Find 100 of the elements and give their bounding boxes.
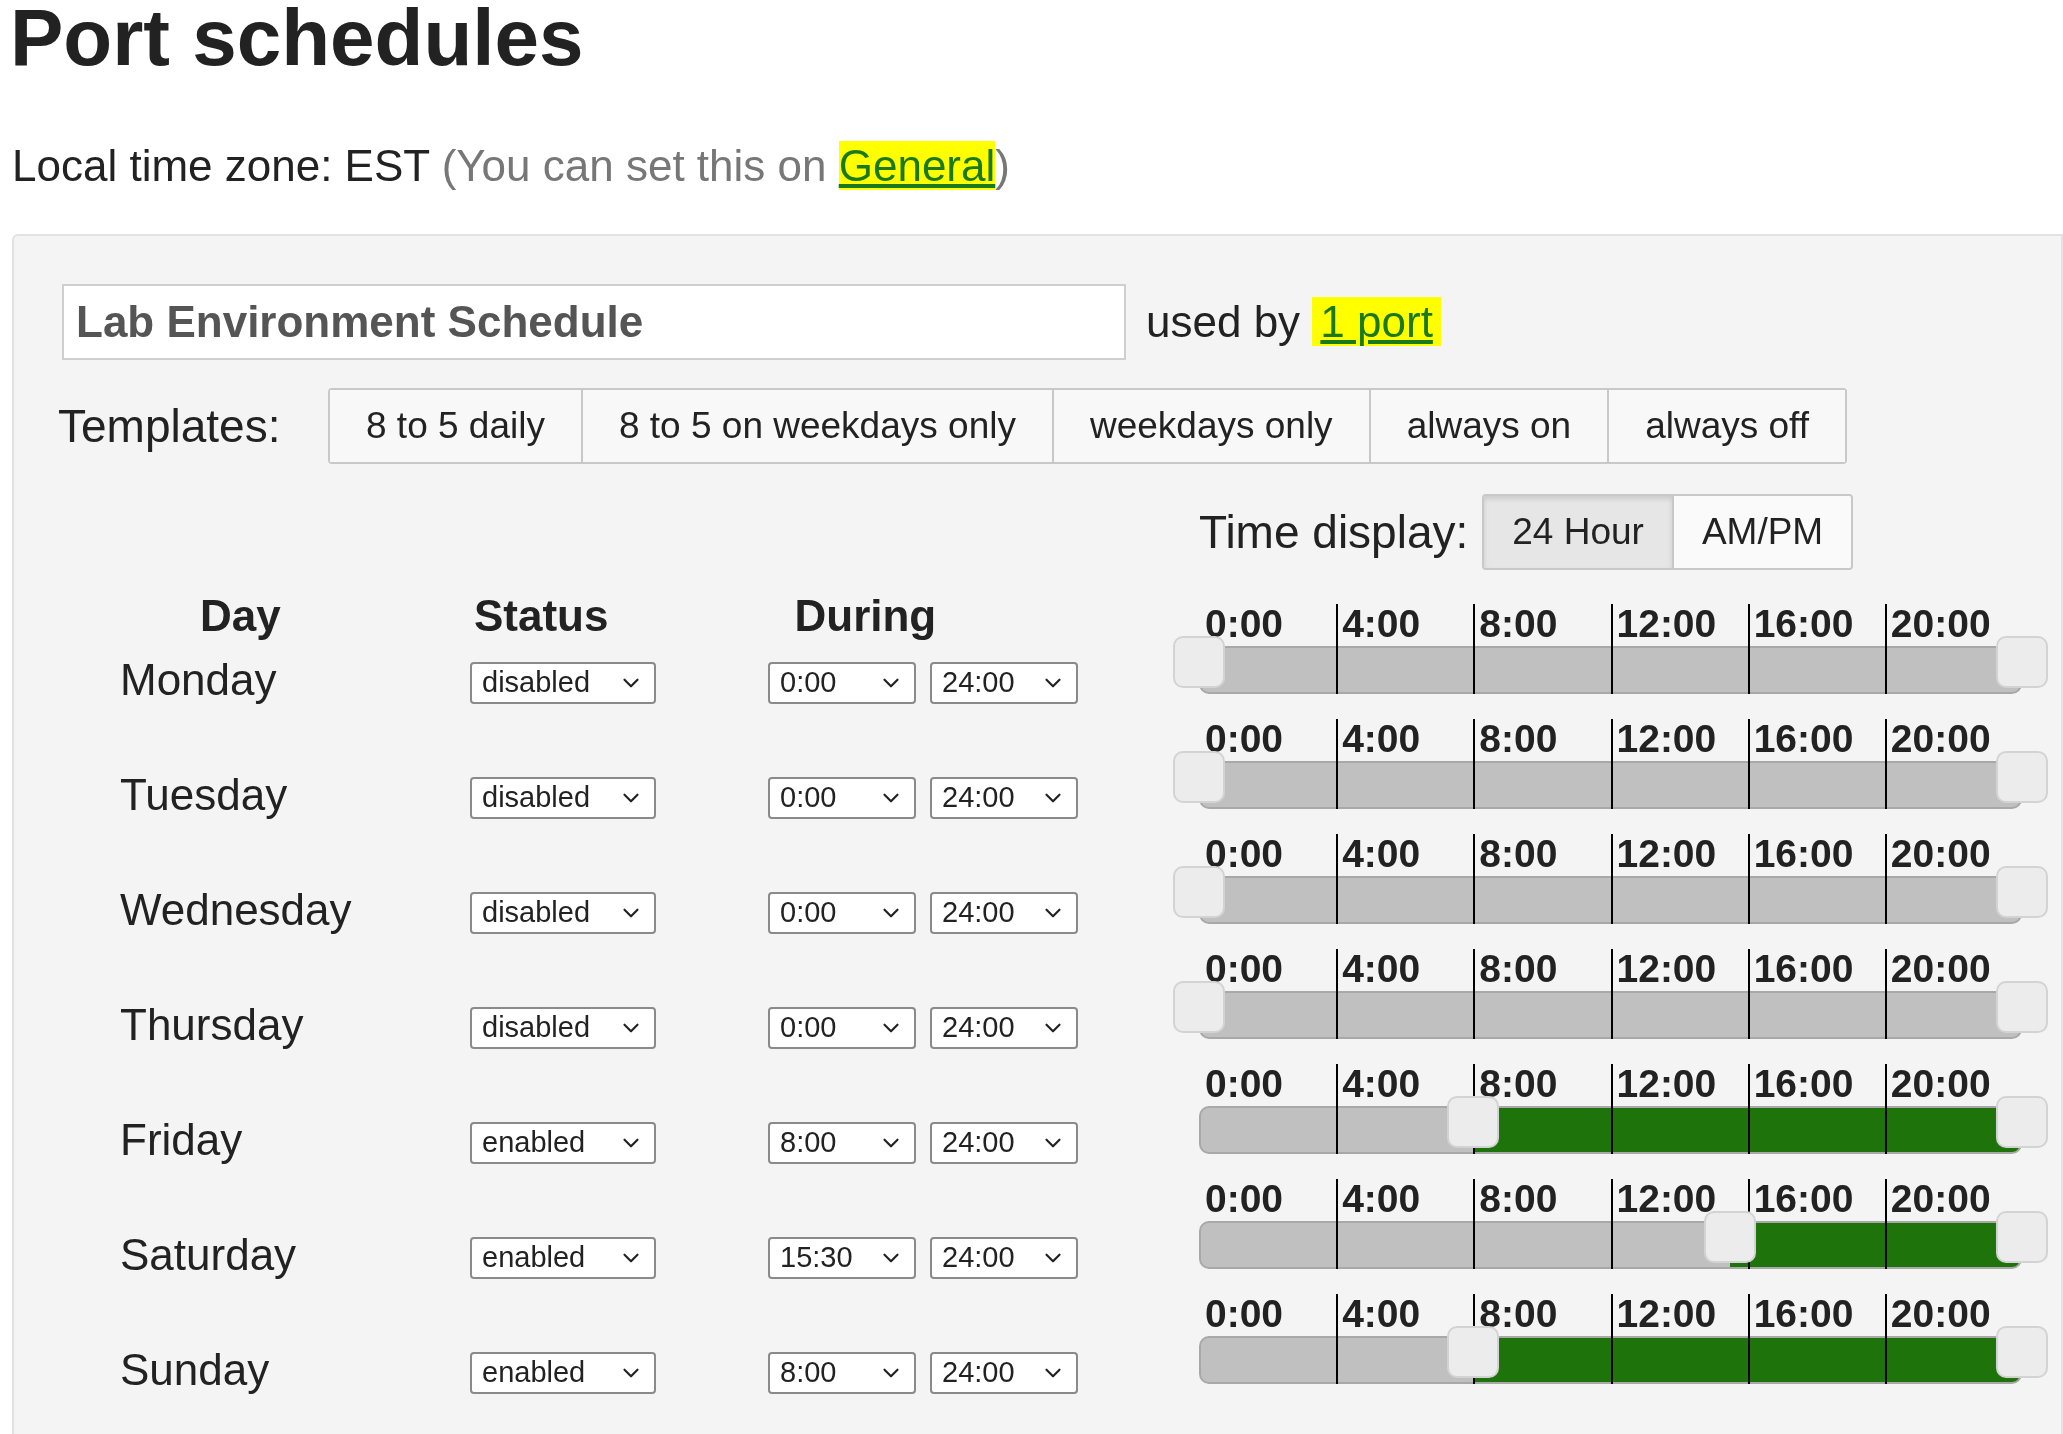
end-time-dropdown[interactable]: 24:00 [930,1237,1078,1279]
tick-label: 8:00 [1479,604,1558,644]
status-dropdown[interactable]: disabled [470,1007,656,1049]
tick-label: 4:00 [1342,834,1421,874]
end-time-dropdown[interactable]: 24:00 [930,1122,1078,1164]
template-button[interactable]: 8 to 5 daily [330,390,581,462]
slider-track[interactable] [1199,1221,2022,1269]
day-name: Wednesday [119,884,353,936]
tick-label: 0:00 [1205,1179,1284,1219]
tick-label: 4:00 [1342,604,1421,644]
tick-label: 12:00 [1616,719,1717,759]
tick-label: 16:00 [1753,604,1854,644]
slider-thumb[interactable] [1996,751,2048,803]
tick-label: 8:00 [1479,719,1558,759]
start-time-dropdown[interactable]: 0:00 [768,662,916,704]
slider-thumb[interactable] [1173,751,1225,803]
schedule-name-field[interactable]: Lab Environment Schedule [62,284,1126,360]
tick-label: 8:00 [1479,1064,1558,1104]
template-button[interactable]: always on [1368,390,1608,462]
slider-thumb[interactable] [1447,1326,1500,1378]
end-time-dropdown[interactable]: 24:00 [930,892,1078,934]
slider-thumb[interactable] [1996,1326,2048,1378]
day-name: Thursday [119,999,305,1051]
tick-label: 4:00 [1342,1064,1421,1104]
status-dropdown[interactable]: disabled [470,662,656,704]
slider-thumb[interactable] [1173,636,1225,688]
tick-label: 0:00 [1205,719,1284,759]
tick-label: 16:00 [1753,834,1854,874]
slider-thumb[interactable] [1996,981,2048,1033]
slider-thumb[interactable] [1996,866,2048,918]
general-link[interactable]: General [838,141,996,190]
ports-link[interactable]: 1 port [1312,297,1441,346]
template-button[interactable]: 8 to 5 on weekdays only [580,390,1052,462]
time-format-toggle[interactable]: AM/PM [1671,496,1852,568]
slider-track[interactable] [1199,1336,2022,1384]
templates-label: Templates: [58,398,282,454]
slider-thumb[interactable] [1996,1211,2048,1263]
slider-thumb[interactable] [1173,981,1225,1033]
timezone-text: Local time zone: EST (You can set this on General) [11,140,1011,192]
tick-label: 20:00 [1890,604,1991,644]
used-by-text: used by 1 port [1146,289,1441,355]
slider-thumb[interactable] [1173,866,1225,918]
column-header: Status [474,590,609,642]
tick-label: 12:00 [1616,1179,1717,1219]
slider-thumb[interactable] [1704,1211,1757,1263]
time-format-toggle[interactable]: 24 Hour [1484,496,1672,568]
tick-label: 20:00 [1890,949,1991,989]
day-name: Monday [119,654,278,706]
end-time-dropdown[interactable]: 24:00 [930,1352,1078,1394]
tick-label: 8:00 [1479,1294,1558,1334]
end-time-dropdown[interactable]: 24:00 [930,662,1078,704]
start-time-dropdown[interactable]: 0:00 [768,892,916,934]
end-time-dropdown[interactable]: 24:00 [930,1007,1078,1049]
tick-label: 20:00 [1890,1294,1991,1334]
tick-label: 0:00 [1205,949,1284,989]
tick-label: 4:00 [1342,719,1421,759]
page-title: Port schedules [9,0,585,76]
day-name: Sunday [119,1344,271,1396]
status-dropdown[interactable]: disabled [470,777,656,819]
tick-label: 4:00 [1342,949,1421,989]
slider-track[interactable] [1199,1106,2022,1154]
tick-label: 0:00 [1205,1064,1284,1104]
tick-label: 8:00 [1479,949,1558,989]
start-time-dropdown[interactable]: 0:00 [768,777,916,819]
tick-label: 8:00 [1479,834,1558,874]
status-dropdown[interactable]: disabled [470,892,656,934]
tick-label: 0:00 [1205,834,1284,874]
tick-label: 20:00 [1890,1064,1991,1104]
template-button[interactable]: weekdays only [1051,390,1369,462]
status-dropdown[interactable]: enabled [470,1237,656,1279]
slider-thumb[interactable] [1996,636,2048,688]
tick-label: 12:00 [1616,949,1717,989]
tick-label: 16:00 [1753,1064,1854,1104]
start-time-dropdown[interactable]: 8:00 [768,1352,916,1394]
tick-label: 12:00 [1616,834,1717,874]
start-time-dropdown[interactable]: 0:00 [768,1007,916,1049]
start-time-dropdown[interactable]: 8:00 [768,1122,916,1164]
tick-label: 16:00 [1753,1294,1854,1334]
tick-label: 16:00 [1753,949,1854,989]
tick-label: 12:00 [1616,604,1717,644]
end-time-dropdown[interactable]: 24:00 [930,777,1078,819]
time-display-label: Time display: [1199,504,1469,560]
tick-label: 20:00 [1890,719,1991,759]
tick-label: 4:00 [1342,1179,1421,1219]
column-header: Day [200,590,282,642]
tick-label: 12:00 [1616,1064,1717,1104]
column-header: During [794,590,937,642]
slider-thumb[interactable] [1996,1096,2048,1148]
day-name: Saturday [119,1229,298,1281]
tick-label: 16:00 [1753,1179,1854,1219]
slider-thumb[interactable] [1447,1096,1500,1148]
status-dropdown[interactable]: enabled [470,1122,656,1164]
tick-label: 8:00 [1479,1179,1558,1219]
tick-label: 20:00 [1890,834,1991,874]
day-name: Tuesday [119,769,289,821]
status-dropdown[interactable]: enabled [470,1352,656,1394]
start-time-dropdown[interactable]: 15:30 [768,1237,916,1279]
tick-label: 12:00 [1616,1294,1717,1334]
tick-label: 4:00 [1342,1294,1421,1334]
template-button[interactable]: always off [1607,390,1845,462]
